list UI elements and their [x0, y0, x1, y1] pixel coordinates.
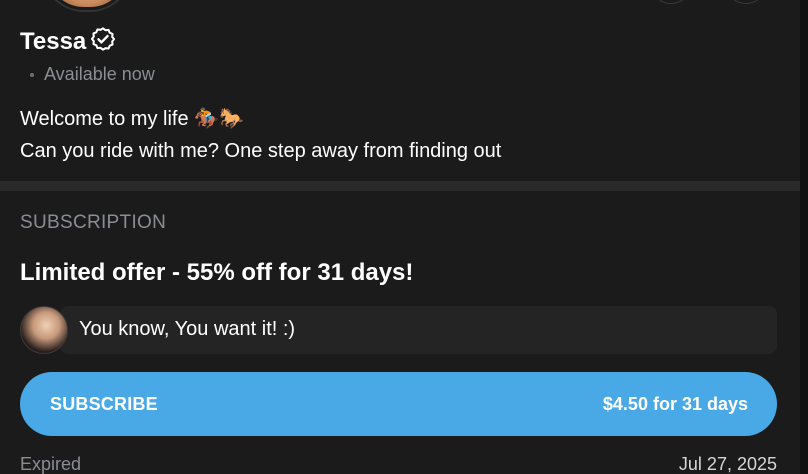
- expired-label: Expired: [20, 454, 82, 474]
- bio-line-2: Can you ride with me? One step away from…: [20, 140, 502, 162]
- bio-line-1: Welcome to my life 🏇🐎: [20, 108, 244, 130]
- message-text: You know, You want it! :): [79, 318, 296, 340]
- availability-status: Available now: [30, 64, 155, 85]
- expired-date: Jul 27, 2025: [678, 454, 777, 474]
- limited-offer-heading: Limited offer - 55% off for 31 days!: [20, 259, 414, 286]
- profile-bio: Welcome to my life 🏇🐎 Can you ride with …: [20, 103, 501, 167]
- verified-badge-icon: [90, 26, 116, 57]
- subscription-section-title: SUBSCRIPTION: [20, 212, 167, 233]
- profile-panel: Tessa Available now Welcome to my life 🏇…: [0, 0, 800, 474]
- scrollbar[interactable]: [800, 0, 808, 474]
- profile-name-row: Tessa: [20, 26, 116, 57]
- section-divider: [0, 181, 800, 191]
- status-text: Available now: [44, 64, 155, 84]
- subscribe-label: SUBSCRIBE: [50, 394, 158, 414]
- subscribe-price: $4.50 for 31 days: [602, 394, 748, 414]
- profile-action-button[interactable]: [650, 0, 692, 4]
- creator-avatar[interactable]: [20, 306, 68, 354]
- profile-more-button[interactable]: [725, 0, 767, 4]
- subscribe-button[interactable]: SUBSCRIBE $4.50 for 31 days: [20, 372, 777, 436]
- profile-avatar[interactable]: [44, 0, 130, 10]
- creator-message: You know, You want it! :): [20, 306, 777, 354]
- profile-name: Tessa: [20, 27, 87, 55]
- status-dot-icon: [30, 72, 34, 77]
